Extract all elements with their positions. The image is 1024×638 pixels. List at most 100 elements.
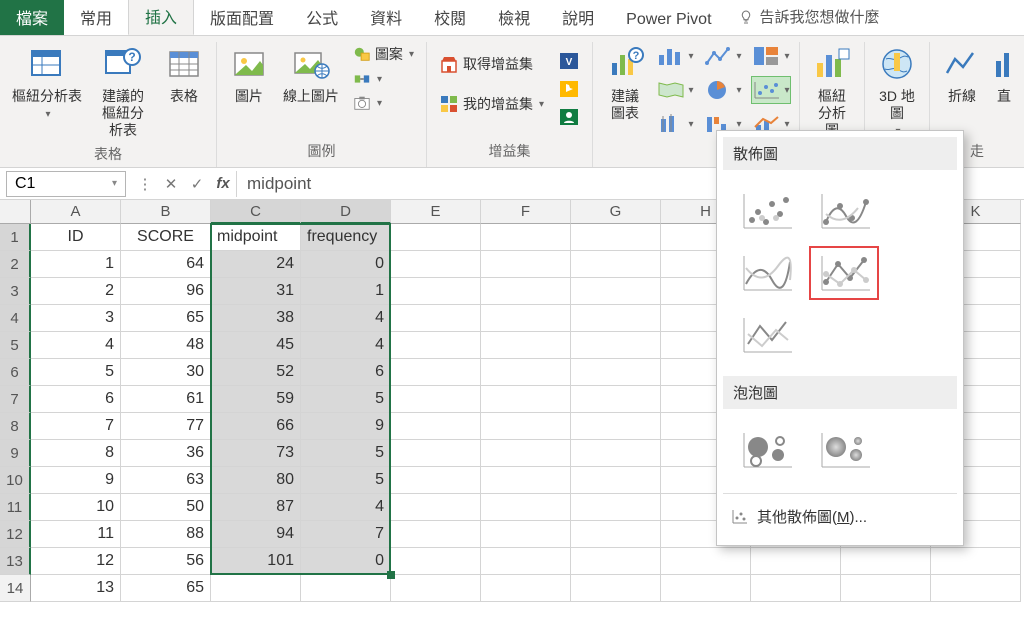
fx-button[interactable]: fx <box>210 171 236 197</box>
tab-powerpivot[interactable]: Power Pivot <box>610 3 727 35</box>
cell[interactable]: 11 <box>31 521 121 548</box>
cell[interactable] <box>391 467 481 494</box>
cell[interactable] <box>571 467 661 494</box>
column-header[interactable]: A <box>31 200 121 224</box>
cell[interactable]: 30 <box>121 359 211 386</box>
bing-addin-button[interactable] <box>554 76 584 102</box>
cell[interactable]: frequency <box>301 224 391 251</box>
cell[interactable] <box>391 305 481 332</box>
cell[interactable]: 63 <box>121 467 211 494</box>
cell[interactable]: 87 <box>211 494 301 521</box>
cell[interactable]: 36 <box>121 440 211 467</box>
tab-help[interactable]: 說明 <box>546 0 610 35</box>
row-header[interactable]: 1 <box>0 224 31 251</box>
cell[interactable] <box>391 359 481 386</box>
online-pictures-button[interactable]: 線上圖片 <box>279 42 343 107</box>
cell[interactable] <box>391 251 481 278</box>
cell[interactable] <box>571 251 661 278</box>
enter-button[interactable]: ✓ <box>184 171 210 197</box>
cell[interactable]: 10 <box>31 494 121 521</box>
cell[interactable] <box>391 224 481 251</box>
cell[interactable]: 50 <box>121 494 211 521</box>
chart-map-button[interactable]: ▾ <box>655 76 695 104</box>
cell[interactable]: 4 <box>301 332 391 359</box>
cell[interactable] <box>391 332 481 359</box>
cell[interactable] <box>571 494 661 521</box>
cell[interactable]: 0 <box>301 548 391 575</box>
pictures-button[interactable]: 圖片 <box>225 42 273 107</box>
table-button[interactable]: 表格 <box>160 42 208 107</box>
cell[interactable]: 0 <box>301 251 391 278</box>
cell[interactable]: 94 <box>211 521 301 548</box>
cell[interactable] <box>571 440 661 467</box>
cell[interactable] <box>571 548 661 575</box>
cell[interactable]: midpoint <box>211 224 301 251</box>
cell[interactable] <box>571 386 661 413</box>
cell[interactable] <box>481 251 571 278</box>
sparkline-bar-button[interactable]: 直 <box>992 42 1016 107</box>
cell[interactable] <box>481 305 571 332</box>
cell[interactable]: 13 <box>31 575 121 602</box>
column-header[interactable]: G <box>571 200 661 224</box>
cell[interactable]: 4 <box>31 332 121 359</box>
cell[interactable] <box>481 440 571 467</box>
cell[interactable] <box>211 575 301 602</box>
cell[interactable] <box>571 359 661 386</box>
cell[interactable] <box>841 575 931 602</box>
tab-data[interactable]: 資料 <box>354 0 418 35</box>
cell[interactable] <box>571 305 661 332</box>
column-header[interactable]: E <box>391 200 481 224</box>
cell[interactable] <box>931 548 1021 575</box>
cell[interactable]: 56 <box>121 548 211 575</box>
column-header[interactable]: B <box>121 200 211 224</box>
cell[interactable]: 5 <box>31 359 121 386</box>
row-header[interactable]: 5 <box>0 332 31 359</box>
tab-review[interactable]: 校閱 <box>418 0 482 35</box>
chart-column-button[interactable]: ▾ <box>655 42 695 70</box>
cell[interactable]: 9 <box>301 413 391 440</box>
row-header[interactable]: 2 <box>0 251 31 278</box>
cell[interactable]: 9 <box>31 467 121 494</box>
cell[interactable] <box>481 278 571 305</box>
cell[interactable] <box>301 575 391 602</box>
tab-insert[interactable]: 插入 <box>128 0 194 35</box>
row-header[interactable]: 4 <box>0 305 31 332</box>
screenshot-button[interactable]: ▾ <box>349 92 418 114</box>
row-header[interactable]: 8 <box>0 413 31 440</box>
cell[interactable]: 61 <box>121 386 211 413</box>
row-header[interactable]: 14 <box>0 575 31 602</box>
row-header[interactable]: 6 <box>0 359 31 386</box>
tab-formulas[interactable]: 公式 <box>290 0 354 35</box>
people-addin-button[interactable] <box>554 104 584 130</box>
cell[interactable]: 52 <box>211 359 301 386</box>
cell[interactable]: 88 <box>121 521 211 548</box>
shapes-button[interactable]: 圖案▾ <box>349 42 418 66</box>
cell[interactable]: 65 <box>121 305 211 332</box>
bubble-2d-option[interactable] <box>731 423 801 477</box>
cell[interactable]: 1 <box>31 251 121 278</box>
row-header[interactable]: 9 <box>0 440 31 467</box>
chart-scatter-button[interactable]: ▾ <box>751 76 791 104</box>
row-header[interactable]: 10 <box>0 467 31 494</box>
tab-layout[interactable]: 版面配置 <box>194 0 290 35</box>
cell[interactable]: 6 <box>301 359 391 386</box>
smartart-button[interactable]: ▾ <box>349 68 418 90</box>
cell[interactable] <box>841 548 931 575</box>
select-all-corner[interactable] <box>0 200 31 224</box>
cell[interactable] <box>661 575 751 602</box>
cell[interactable]: 7 <box>301 521 391 548</box>
pivot-table-button[interactable]: 樞紐分析表▾ <box>8 42 86 122</box>
cell[interactable]: 12 <box>31 548 121 575</box>
scatter-straight-option[interactable] <box>731 308 801 362</box>
my-addins-button[interactable]: 我的增益集▾ <box>435 92 548 116</box>
cell[interactable]: 80 <box>211 467 301 494</box>
cell[interactable] <box>481 467 571 494</box>
chart-pie-button[interactable]: ▾ <box>703 76 743 104</box>
cell[interactable] <box>481 386 571 413</box>
tell-me-search[interactable]: 告訴我您想做什麼 <box>728 0 890 35</box>
cell[interactable] <box>481 332 571 359</box>
cell[interactable]: 6 <box>31 386 121 413</box>
column-header[interactable]: F <box>481 200 571 224</box>
cell[interactable]: SCORE <box>121 224 211 251</box>
cell[interactable] <box>481 575 571 602</box>
